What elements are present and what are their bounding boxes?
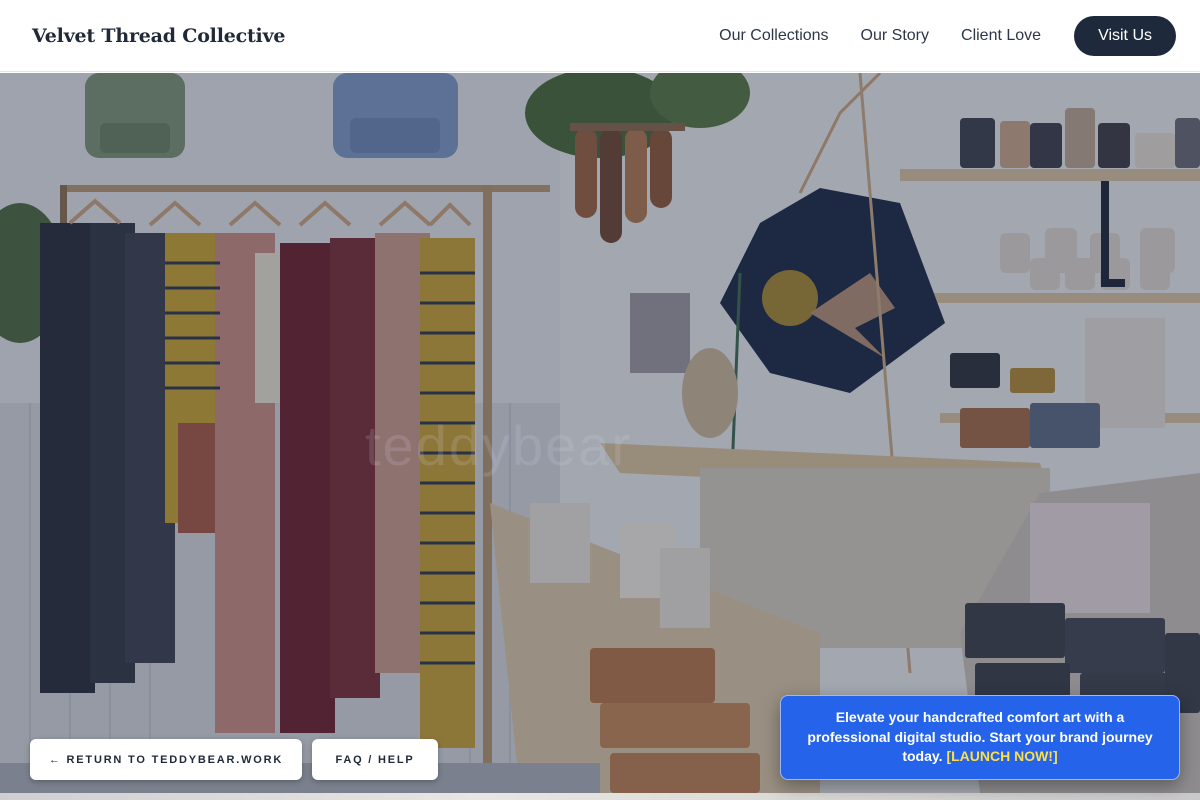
faq-help-button[interactable]: FAQ / HELP xyxy=(312,739,438,780)
nav-link-our-story[interactable]: Our Story xyxy=(861,27,929,45)
page-bottom-edge xyxy=(0,793,1200,800)
promo-banner: Elevate your handcrafted comfort art wit… xyxy=(780,695,1180,780)
nav-link-client-love[interactable]: Client Love xyxy=(961,27,1041,45)
nav-link-our-collections[interactable]: Our Collections xyxy=(719,27,828,45)
launch-now-link[interactable]: [LAUNCH NOW!] xyxy=(946,748,1057,764)
watermark-text: teddybear xyxy=(365,414,633,477)
site-header: Velvet Thread Collective Our Collections… xyxy=(0,0,1200,72)
brand-logo[interactable]: Velvet Thread Collective xyxy=(32,25,285,47)
hero-image: teddybear xyxy=(0,73,1200,793)
main-nav: Our Collections Our Story Client Love Vi… xyxy=(719,15,1176,56)
return-to-site-button[interactable]: ← RETURN TO TEDDYBEAR.WORK xyxy=(30,739,302,780)
visit-us-button[interactable]: Visit Us xyxy=(1074,15,1176,56)
